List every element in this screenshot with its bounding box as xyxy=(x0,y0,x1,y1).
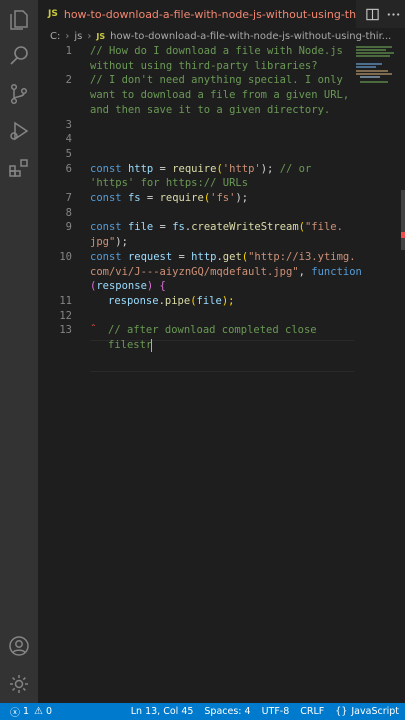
line-number: 4 xyxy=(65,133,72,146)
code-line-2-wrap: want to download a file from a given URL… xyxy=(90,89,350,102)
js-file-icon: JS xyxy=(96,31,106,41)
code-line-1-wrap: without using third-party libraries? xyxy=(90,59,318,72)
editor-tab-active[interactable]: JS how-to-download-a-file-with-node-js-w… xyxy=(38,0,356,28)
line-number: 3 xyxy=(65,118,72,131)
code-line-6-wrap: 'https' for https:// URLs xyxy=(90,177,249,190)
code-line-2-wrap: and then save it to a given directory. xyxy=(90,103,331,116)
breadcrumb-file[interactable]: how-to-download-a-file-with-node-js-with… xyxy=(110,31,391,42)
run-debug-icon[interactable] xyxy=(7,119,31,143)
warning-icon: ⚠ xyxy=(34,706,44,717)
line-number: 11 xyxy=(59,294,72,307)
braces-icon: {} xyxy=(335,706,348,717)
error-icon: ⓧ xyxy=(10,708,20,719)
line-number: 2 xyxy=(65,74,72,87)
error-count: 1 xyxy=(23,706,30,717)
code-line-2: // I don't need anything special. I only xyxy=(90,74,343,87)
breadcrumb-folder[interactable]: js xyxy=(74,31,82,42)
code-editor[interactable]: 1 // How do I download a file with Node.j… xyxy=(38,44,405,703)
extensions-icon[interactable] xyxy=(7,156,31,180)
line-number: 8 xyxy=(65,206,72,219)
code-line-1: // How do I download a file with Node.js xyxy=(90,45,343,57)
language-label: JavaScript xyxy=(351,706,399,717)
js-file-icon: JS xyxy=(48,9,58,19)
indentation[interactable]: Spaces: 4 xyxy=(204,706,250,717)
warning-count: 0 xyxy=(46,706,53,717)
code-line-10-wrap: (response) { xyxy=(90,280,166,293)
line-number: 7 xyxy=(65,192,72,204)
code-line-9: const file = fs.createWriteStream("file. xyxy=(90,221,343,234)
line-number: 9 xyxy=(65,221,72,234)
accounts-icon[interactable] xyxy=(7,634,31,658)
source-control-icon[interactable] xyxy=(7,82,31,106)
split-editor-icon[interactable] xyxy=(365,7,380,22)
code-line-13-wrap: filestr xyxy=(108,339,153,351)
chevron-right-icon: › xyxy=(65,30,70,42)
problems-indicator[interactable]: ⓧ 1 ⚠ 0 xyxy=(0,704,52,719)
line-number: 5 xyxy=(65,147,72,160)
search-icon[interactable] xyxy=(7,44,31,68)
end-of-line[interactable]: CRLF xyxy=(300,706,324,717)
line-number: 10 xyxy=(59,250,72,263)
tab-title: how-to-download-a-file-with-node-js-with… xyxy=(63,7,356,21)
minimap[interactable] xyxy=(356,44,400,84)
status-bar: ⓧ 1 ⚠ 0 Ln 13, Col 45 Spaces: 4 UTF-8 CR… xyxy=(0,703,405,720)
line-number: 13 xyxy=(59,324,72,337)
line-number: 1 xyxy=(65,45,72,57)
breadcrumb: C: › js › JS how-to-download-a-file-with… xyxy=(38,28,405,44)
tab-bar: JS how-to-download-a-file-with-node-js-w… xyxy=(38,0,405,28)
settings-gear-icon[interactable] xyxy=(7,672,31,696)
code-line-11: response.pipe(file); xyxy=(108,294,235,307)
language-mode[interactable]: {} JavaScript xyxy=(335,706,399,717)
encoding[interactable]: UTF-8 xyxy=(262,706,290,717)
chevron-right-icon: › xyxy=(87,30,92,42)
explorer-files-icon[interactable] xyxy=(7,8,31,32)
code-line-13: // after download completed close xyxy=(108,324,317,337)
code-line-10-wrap: com/vi/J---aiyznGQ/mqdefault.jpg", funct… xyxy=(90,265,362,278)
text-cursor xyxy=(151,339,152,352)
editor-actions xyxy=(365,0,401,28)
error-squiggle: ⌃ xyxy=(90,323,97,332)
more-actions-icon[interactable] xyxy=(386,7,401,22)
code-line-6: const http = require('http'); // or xyxy=(90,162,312,175)
line-number: 12 xyxy=(59,309,72,322)
breadcrumb-drive[interactable]: C: xyxy=(50,31,60,42)
activity-bar xyxy=(0,0,38,703)
scrollbar-thumb[interactable] xyxy=(401,190,405,250)
scrollbar-error-marker xyxy=(401,232,405,238)
code-line-9-wrap: jpg"); xyxy=(90,236,128,249)
code-line-7: const fs = require('fs'); xyxy=(90,192,249,204)
code-line-10: const request = http.get("http://i3.ytim… xyxy=(90,250,356,263)
line-number: 6 xyxy=(65,162,72,175)
cursor-position[interactable]: Ln 13, Col 45 xyxy=(131,706,194,717)
